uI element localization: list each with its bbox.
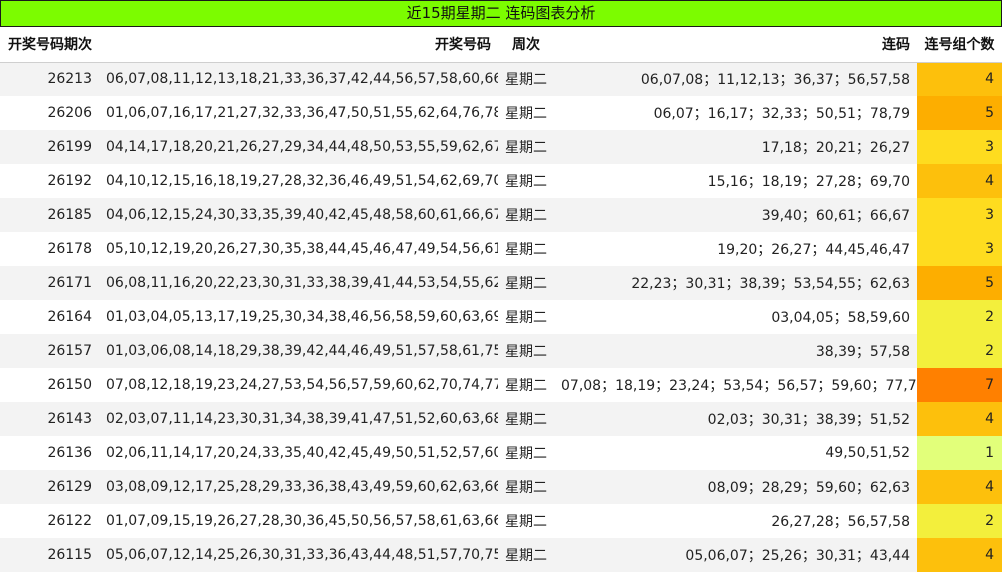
consecutive-cell: 03,04,05；58,59,60 [771, 310, 910, 326]
issue-cell: 26164 [47, 309, 92, 325]
numbers-cell: 02,06,11,14,17,20,24,33,35,40,42,45,49,5… [106, 445, 498, 461]
weekday-cell: 星期二 [505, 242, 547, 258]
table-row: 26150 07,08,12,18,19,23,24,27,53,54,56,5… [0, 368, 1002, 402]
table-row: 26164 01,03,04,05,13,17,19,25,30,34,38,4… [0, 300, 1002, 334]
table-header-row: 开奖号码期次 开奖号码 周次 连码 连号组个数 [0, 27, 1002, 63]
numbers-cell: 04,10,12,15,16,18,19,27,28,32,36,46,49,5… [106, 173, 498, 189]
table-row: 26178 05,10,12,19,20,26,27,30,35,38,44,4… [0, 232, 1002, 266]
numbers-cell: 05,10,12,19,20,26,27,30,35,38,44,45,46,4… [106, 241, 498, 257]
issue-cell: 26199 [47, 139, 92, 155]
issue-cell: 26129 [47, 479, 92, 495]
count-cell: 3 [917, 198, 1002, 232]
consecutive-cell: 49,50,51,52 [825, 445, 910, 461]
issue-cell: 26115 [47, 547, 92, 563]
issue-cell: 26213 [47, 71, 92, 88]
consecutive-cell: 22,23；30,31；38,39；53,54,55；62,63 [631, 276, 910, 292]
consecutive-cell: 02,03；30,31；38,39；51,52 [707, 412, 910, 428]
issue-cell: 26157 [47, 343, 92, 359]
numbers-cell: 01,07,09,15,19,26,27,28,30,36,45,50,56,5… [106, 513, 498, 529]
issue-cell: 26143 [47, 411, 92, 427]
weekday-cell: 星期二 [505, 344, 547, 360]
consecutive-cell: 17,18；20,21；26,27 [761, 140, 910, 156]
weekday-cell: 星期二 [505, 378, 547, 394]
consecutive-analysis-table: 开奖号码期次 开奖号码 周次 连码 连号组个数 26213 06,07,08,1… [0, 27, 1002, 572]
count-cell: 5 [917, 96, 1002, 130]
numbers-cell: 04,14,17,18,20,21,26,27,29,34,44,48,50,5… [106, 139, 498, 155]
consecutive-cell: 06,07,08；11,12,13；36,37；56,57,58 [640, 72, 910, 89]
numbers-cell: 01,03,06,08,14,18,29,38,39,42,44,46,49,5… [106, 343, 498, 359]
table-row: 26157 01,03,06,08,14,18,29,38,39,42,44,4… [0, 334, 1002, 368]
consecutive-cell: 07,08；18,19；23,24；53,54；56,57；59,60；77,7… [561, 378, 917, 394]
consecutive-cell: 38,39；57,58 [815, 344, 910, 360]
count-cell: 2 [917, 504, 1002, 538]
issue-cell: 26178 [47, 241, 92, 257]
header-weekday: 周次 [498, 27, 554, 63]
weekday-cell: 星期二 [505, 548, 547, 564]
table-row: 26213 06,07,08,11,12,13,18,21,33,36,37,4… [0, 62, 1002, 96]
table-row: 26171 06,08,11,16,20,22,23,30,31,33,38,3… [0, 266, 1002, 300]
table-row: 26129 03,08,09,12,17,25,28,29,33,36,38,4… [0, 470, 1002, 504]
count-cell: 4 [917, 538, 1002, 572]
weekday-cell: 星期二 [505, 446, 547, 462]
issue-cell: 26136 [47, 445, 92, 461]
numbers-cell: 01,03,04,05,13,17,19,25,30,34,38,46,56,5… [106, 309, 498, 325]
numbers-cell: 06,08,11,16,20,22,23,30,31,33,38,39,41,4… [106, 275, 498, 291]
consecutive-cell: 08,09；28,29；59,60；62,63 [707, 480, 910, 496]
count-cell: 2 [917, 334, 1002, 368]
issue-cell: 26192 [47, 173, 92, 189]
count-cell: 3 [917, 130, 1002, 164]
numbers-cell: 01,06,07,16,17,21,27,32,33,36,47,50,51,5… [106, 105, 498, 121]
issue-cell: 26122 [47, 513, 92, 529]
numbers-cell: 04,06,12,15,24,30,33,35,39,40,42,45,48,5… [106, 207, 498, 223]
header-numbers: 开奖号码 [99, 27, 498, 63]
count-cell: 3 [917, 232, 1002, 266]
numbers-cell: 07,08,12,18,19,23,24,27,53,54,56,57,59,6… [106, 377, 498, 393]
table-title: 近15期星期二 连码图表分析 [0, 0, 1002, 27]
weekday-cell: 星期二 [505, 106, 547, 122]
table-row: 26115 05,06,07,12,14,25,26,30,31,33,36,4… [0, 538, 1002, 572]
consecutive-cell: 06,07；16,17；32,33；50,51；78,79 [653, 106, 910, 122]
numbers-cell: 02,03,07,11,14,23,30,31,34,38,39,41,47,5… [106, 411, 498, 427]
numbers-cell: 06,07,08,11,12,13,18,21,33,36,37,42,44,5… [106, 71, 498, 88]
consecutive-cell: 26,27,28；56,57,58 [771, 514, 910, 530]
table-body: 26213 06,07,08,11,12,13,18,21,33,36,37,4… [0, 62, 1002, 572]
issue-cell: 26206 [47, 105, 92, 121]
header-issue: 开奖号码期次 [0, 27, 99, 63]
count-cell: 4 [917, 470, 1002, 504]
weekday-cell: 星期二 [505, 140, 547, 156]
numbers-cell: 03,08,09,12,17,25,28,29,33,36,38,43,49,5… [106, 479, 498, 495]
header-consecutive: 连码 [554, 27, 917, 63]
weekday-cell: 星期二 [505, 310, 547, 326]
count-cell: 4 [917, 402, 1002, 436]
consecutive-cell: 05,06,07；25,26；30,31；43,44 [685, 548, 910, 564]
weekday-cell: 星期二 [505, 412, 547, 428]
weekday-cell: 星期二 [505, 276, 547, 292]
consecutive-cell: 39,40；60,61；66,67 [761, 208, 910, 224]
weekday-cell: 星期二 [505, 208, 547, 224]
table-row: 26199 04,14,17,18,20,21,26,27,29,34,44,4… [0, 130, 1002, 164]
count-cell: 1 [917, 436, 1002, 470]
count-cell: 4 [917, 62, 1002, 96]
issue-cell: 26150 [47, 377, 92, 393]
consecutive-cell: 19,20；26,27；44,45,46,47 [717, 242, 910, 258]
table-row: 26136 02,06,11,14,17,20,24,33,35,40,42,4… [0, 436, 1002, 470]
weekday-cell: 星期二 [505, 72, 547, 89]
weekday-cell: 星期二 [505, 174, 547, 190]
table-row: 26143 02,03,07,11,14,23,30,31,34,38,39,4… [0, 402, 1002, 436]
numbers-cell: 05,06,07,12,14,25,26,30,31,33,36,43,44,4… [106, 547, 498, 563]
consecutive-cell: 15,16；18,19；27,28；69,70 [707, 174, 910, 190]
count-cell: 4 [917, 164, 1002, 198]
table-row: 26185 04,06,12,15,24,30,33,35,39,40,42,4… [0, 198, 1002, 232]
table-row: 26122 01,07,09,15,19,26,27,28,30,36,45,5… [0, 504, 1002, 538]
weekday-cell: 星期二 [505, 514, 547, 530]
header-count: 连号组个数 [917, 27, 1002, 63]
table-row: 26206 01,06,07,16,17,21,27,32,33,36,47,5… [0, 96, 1002, 130]
issue-cell: 26171 [47, 275, 92, 291]
table-row: 26192 04,10,12,15,16,18,19,27,28,32,36,4… [0, 164, 1002, 198]
weekday-cell: 星期二 [505, 480, 547, 496]
count-cell: 2 [917, 300, 1002, 334]
count-cell: 5 [917, 266, 1002, 300]
count-cell: 7 [917, 368, 1002, 402]
issue-cell: 26185 [47, 207, 92, 223]
